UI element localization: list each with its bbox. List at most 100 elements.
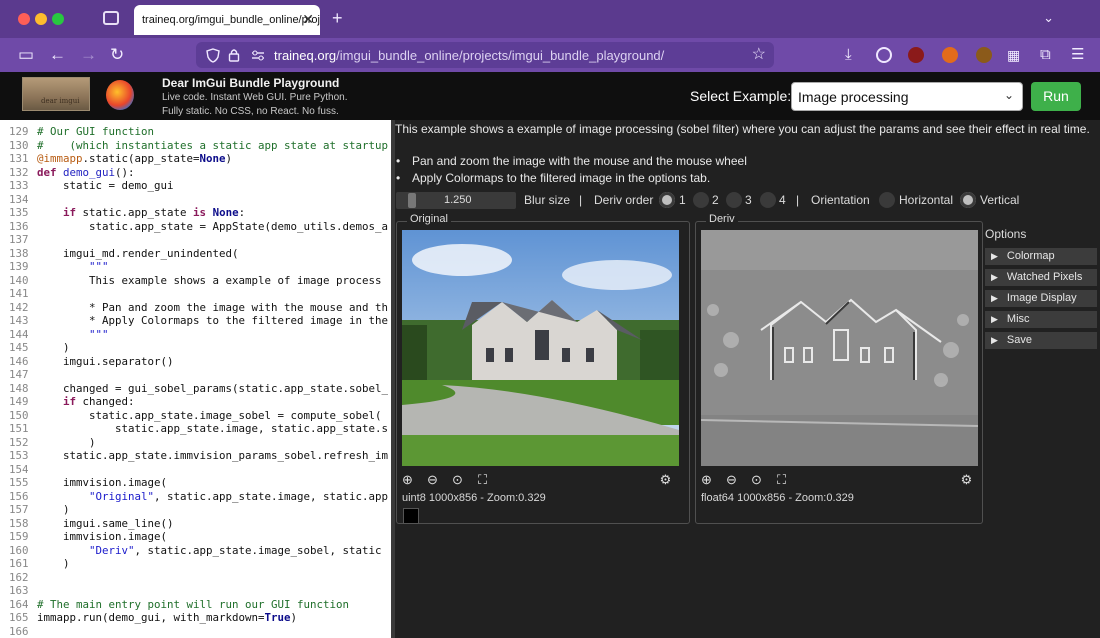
line-number: 143 (9, 314, 29, 327)
code-text: ) (37, 557, 70, 570)
code-text: static.app_state.image, static.app_state… (37, 422, 389, 435)
code-editor[interactable]: 129 # Our GUI function 130 # (which instant… (0, 120, 391, 638)
zoom-out-icon[interactable]: ⊖ (424, 471, 441, 488)
deriv-order-radio-1[interactable] (659, 192, 675, 208)
deriv-order-radio-3[interactable] (726, 192, 742, 208)
app-title: Dear ImGui Bundle Playground (162, 76, 340, 90)
line-number: 155 (9, 476, 29, 489)
extension-icon[interactable] (976, 47, 992, 63)
deriv-order-label: Deriv order (594, 193, 654, 207)
zoom-reset-icon[interactable]: ⊙ (748, 471, 765, 488)
line-number: 162 (9, 570, 29, 584)
code-text: # The main entry point will run our GUI … (37, 597, 350, 611)
apps-grid-icon[interactable]: ▦ (1007, 45, 1020, 65)
code-text: immvision.image( (37, 476, 168, 489)
new-tab-button[interactable]: + (332, 8, 343, 29)
options-item-watched-pixels[interactable]: ▶ Watched Pixels (985, 269, 1097, 286)
line-number: 137 (9, 233, 29, 246)
blur-size-slider[interactable]: 1.250 (396, 192, 516, 209)
radio-label: 2 (712, 193, 719, 207)
code-text: This example shows a example of image pr… (37, 273, 382, 287)
bookmark-star-icon[interactable]: ☆ (752, 44, 766, 64)
example-select[interactable]: Image processing ⌄ (791, 82, 1023, 111)
deriv-image[interactable] (701, 230, 978, 466)
options-item-colormap[interactable]: ▶ Colormap (985, 248, 1097, 265)
options-item-label: Save (1006, 334, 1032, 346)
code-text: if changed: (63, 395, 135, 408)
select-example-label: Select Example: (690, 88, 792, 104)
orientation-radio-horizontal[interactable] (879, 192, 895, 208)
line-number: 130 (9, 138, 29, 152)
shield-icon[interactable] (206, 48, 220, 63)
sidebar-icon[interactable]: ▭ (18, 45, 34, 65)
permissions-icon[interactable] (251, 50, 265, 61)
tab-overview-icon[interactable] (103, 11, 119, 25)
code-text: @immapp.static(app_state=None) (37, 152, 233, 165)
original-image[interactable] (402, 230, 679, 466)
url-text: traineq.org/imgui_bundle_online/projects… (274, 48, 664, 63)
menu-icon[interactable]: ☰ (1071, 45, 1084, 65)
code-text: ) (37, 435, 96, 449)
line-number: 150 (9, 408, 29, 422)
minimize-window-button[interactable] (35, 13, 47, 25)
url-bar[interactable]: traineq.org/imgui_bundle_online/projects… (196, 42, 774, 68)
line-number: 146 (9, 354, 29, 368)
fit-view-icon[interactable]: ⛶ (773, 471, 790, 488)
line-number: 152 (9, 435, 29, 449)
line-number: 153 (9, 449, 29, 462)
code-text: changed = gui_sobel_params(static.app_st… (37, 381, 389, 395)
line-number: 138 (9, 246, 29, 260)
download-icon[interactable]: ⤓ (845, 45, 852, 65)
code-text: immapp.run(demo_gui, with_markdown=True) (37, 611, 298, 624)
original-image-box: Original ⊕ ⊖ ⊙ ⛶ ⚙ uint8 1000x856 - Zoom… (396, 213, 690, 524)
ublock-icon[interactable] (908, 47, 924, 63)
close-window-button[interactable] (18, 13, 30, 25)
line-number: 149 (9, 395, 29, 408)
browser-tab-bar: traineq.org/imgui_bundle_online/projects… (0, 0, 1100, 38)
original-title: Original (407, 213, 451, 225)
run-button[interactable]: Run (1031, 82, 1081, 111)
back-icon[interactable]: ← (49, 45, 66, 65)
forward-icon[interactable]: → (80, 45, 97, 65)
options-item-save[interactable]: ▶ Save (985, 332, 1097, 349)
orientation-label: Orientation (811, 193, 870, 207)
orientation-radio-vertical[interactable] (960, 192, 976, 208)
slider-knob[interactable] (408, 193, 416, 208)
blur-size-value: 1.250 (444, 194, 472, 206)
extension-icon[interactable] (942, 47, 958, 63)
line-number: 139 (9, 260, 29, 273)
line-number: 148 (9, 381, 29, 395)
zoom-in-icon[interactable]: ⊕ (399, 471, 416, 488)
line-number: 165 (9, 611, 29, 624)
reload-icon[interactable]: ↻ (110, 45, 124, 65)
options-item-label: Misc (1006, 313, 1030, 325)
code-text: # (which instantiates a static app state… (37, 138, 389, 152)
zoom-in-icon[interactable]: ⊕ (698, 471, 715, 488)
browser-tab[interactable]: traineq.org/imgui_bundle_online/projects… (134, 5, 320, 35)
code-text: if static.app_state is None: (63, 206, 246, 219)
original-info: uint8 1000x856 - Zoom:0.329 (402, 492, 546, 504)
code-text: static = demo_gui (37, 179, 174, 192)
deriv-order-radio-2[interactable] (693, 192, 709, 208)
code-text: ) (37, 503, 70, 516)
line-number: 161 (9, 557, 29, 570)
options-item-label: Colormap (1006, 250, 1055, 262)
settings-sliders-icon[interactable]: ⚙ (657, 471, 674, 488)
maximize-window-button[interactable] (52, 13, 64, 25)
output-panel: This example shows a example of image pr… (395, 120, 1100, 638)
zoom-reset-icon[interactable]: ⊙ (449, 471, 466, 488)
deriv-order-radio-4[interactable] (760, 192, 776, 208)
options-item-misc[interactable]: ▶ Misc (985, 311, 1097, 328)
fit-view-icon[interactable]: ⛶ (474, 471, 491, 488)
zoom-out-icon[interactable]: ⊖ (723, 471, 740, 488)
tab-close-icon[interactable]: ✕ (302, 11, 314, 28)
settings-sliders-icon[interactable]: ⚙ (958, 471, 975, 488)
line-number: 154 (9, 462, 29, 476)
options-item-image-display[interactable]: ▶ Image Display (985, 290, 1097, 307)
account-icon[interactable] (876, 47, 892, 63)
lock-icon[interactable] (228, 48, 240, 63)
extensions-puzzle-icon[interactable]: ⧉ (1040, 45, 1051, 65)
line-number: 163 (9, 584, 29, 597)
list-tabs-icon[interactable]: ⌄ (1043, 10, 1054, 26)
deriv-info: float64 1000x856 - Zoom:0.329 (701, 492, 854, 504)
